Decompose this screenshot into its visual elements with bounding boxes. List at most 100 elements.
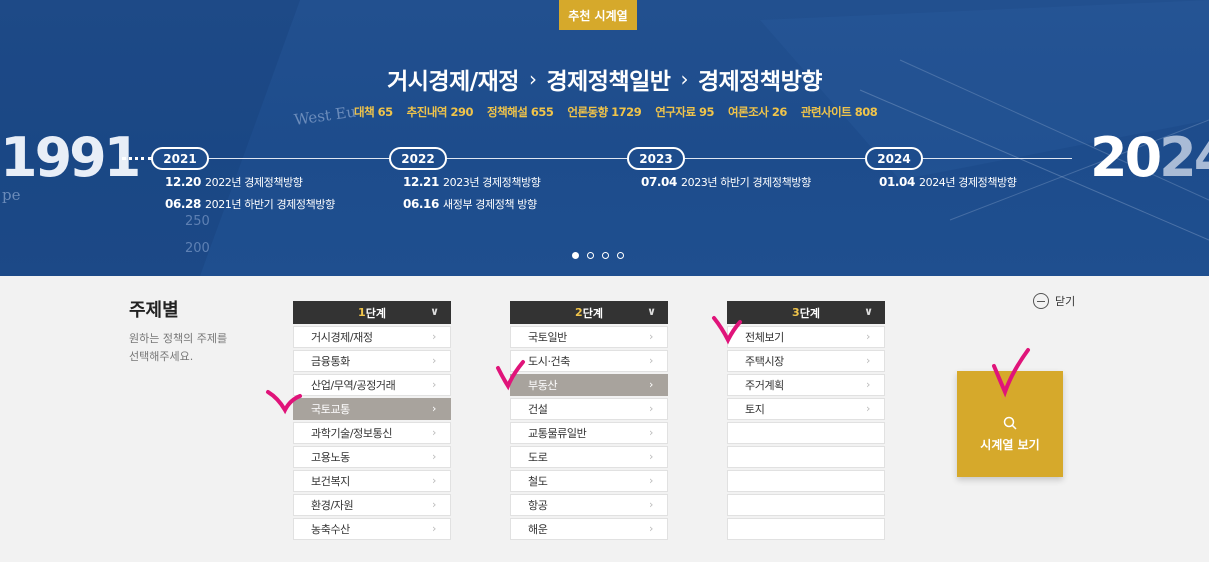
chevron-down-icon: ∨ (647, 305, 656, 318)
step-3-empty-slot (727, 422, 885, 444)
step-1-option[interactable]: 거시경제/재정 › (293, 326, 451, 348)
step-3-header[interactable]: 3 단계 ∨ (727, 301, 885, 324)
step-1-option[interactable]: 과학기술/정보통신 › (293, 422, 451, 444)
event-title: 2024년 경제정책방향 (919, 176, 1017, 189)
chevron-down-icon: ∨ (430, 305, 439, 318)
chevron-right-icon: › (649, 426, 653, 439)
step-2-option[interactable]: 교통물류일반 › (510, 422, 668, 444)
step-1-option[interactable]: 고용노동 › (293, 446, 451, 468)
carousel-dot[interactable] (602, 252, 609, 259)
deco-text: 250 (185, 214, 210, 229)
chevron-right-icon: › (866, 402, 870, 415)
breadcrumb-item[interactable]: 경제정책일반 (546, 62, 670, 96)
option-label: 토지 (745, 403, 765, 416)
step-1-option[interactable]: 산업/무역/공정거래 › (293, 374, 451, 396)
chevron-right-icon: › (432, 426, 436, 439)
timeline-year-2024[interactable]: 2024 (865, 147, 923, 170)
end-year-part: 20 (1090, 126, 1162, 189)
step-3-empty-slot (727, 446, 885, 468)
recommended-series-button[interactable]: 추천 시계열 (559, 0, 637, 30)
chevron-right-icon: › (649, 378, 653, 391)
step-1-option[interactable]: 금융통화 › (293, 350, 451, 372)
timeline-event[interactable]: 12.20 2022년 경제정책방향 (165, 174, 303, 190)
stat-item[interactable]: 추진내역 290 (407, 104, 474, 120)
step-1-option[interactable]: 환경/자원 › (293, 494, 451, 516)
carousel-dot[interactable] (617, 252, 624, 259)
stat-item[interactable]: 언론동향 1729 (567, 104, 641, 120)
option-label: 거시경제/재정 (311, 331, 373, 344)
step-3-empty-slot (727, 470, 885, 492)
timeline-year-2022[interactable]: 2022 (389, 147, 447, 170)
timeline-event[interactable]: 06.28 2021년 하반기 경제정책방향 (165, 196, 335, 212)
search-icon (1003, 416, 1017, 430)
event-title: 2021년 하반기 경제정책방향 (205, 198, 335, 211)
step-suffix: 단계 (365, 306, 386, 320)
option-label: 환경/자원 (311, 499, 354, 512)
option-label: 부동산 (528, 379, 558, 392)
breadcrumb-separator: › (680, 67, 688, 91)
step-suffix: 단계 (582, 306, 603, 320)
hero-banner: West Eu pe 250 200 추천 시계열 거시경제/재정 › 경제정책… (0, 0, 1209, 276)
step-2-option[interactable]: 부동산 › (510, 374, 668, 396)
step-number: 2 (575, 306, 583, 319)
option-label: 건설 (528, 403, 548, 416)
option-label: 도시·건축 (528, 355, 570, 368)
step-1-option[interactable]: 국토교통 › (293, 398, 451, 420)
stat-item[interactable]: 연구자료 95 (655, 104, 714, 120)
chevron-right-icon: › (432, 474, 436, 487)
timeline-event[interactable]: 12.21 2023년 경제정책방향 (403, 174, 541, 190)
stat-item[interactable]: 관련사이트 808 (801, 104, 878, 120)
chevron-right-icon: › (866, 330, 870, 343)
event-date: 06.28 (165, 197, 201, 211)
step-2-option[interactable]: 국토일반 › (510, 326, 668, 348)
timeline-event[interactable]: 07.04 2023년 하반기 경제정책방향 (641, 174, 811, 190)
step-3-option[interactable]: 토지 › (727, 398, 885, 420)
view-series-button[interactable]: 시계열 보기 (957, 371, 1063, 477)
event-date: 12.21 (403, 175, 439, 189)
step-2-option[interactable]: 해운 › (510, 518, 668, 540)
step-3-option[interactable]: 주거계획 › (727, 374, 885, 396)
breadcrumb: 거시경제/재정 › 경제정책일반 › 경제정책방향 (0, 62, 1209, 96)
option-label: 고용노동 (311, 451, 350, 464)
stat-item[interactable]: 대책 65 (354, 104, 393, 120)
timeline-year-2021[interactable]: 2021 (151, 147, 209, 170)
step-3-empty-slot (727, 518, 885, 540)
step-3-option[interactable]: 주택시장 › (727, 350, 885, 372)
timeline-event[interactable]: 06.16 새정부 경제정책 방향 (403, 196, 537, 212)
step-2-header[interactable]: 2 단계 ∨ (510, 301, 668, 324)
breadcrumb-item[interactable]: 거시경제/재정 (387, 62, 519, 96)
deco-text: 200 (185, 241, 210, 256)
close-label: 닫기 (1055, 295, 1076, 308)
stat-item[interactable]: 여론조사 26 (728, 104, 787, 120)
chevron-right-icon: › (432, 522, 436, 535)
step-2-option[interactable]: 철도 › (510, 470, 668, 492)
timeline-year-2023[interactable]: 2023 (627, 147, 685, 170)
step-2-option[interactable]: 도로 › (510, 446, 668, 468)
timeline-end-year: 2024 (1090, 128, 1209, 188)
carousel-dot[interactable] (572, 252, 579, 259)
step-2-option[interactable]: 항공 › (510, 494, 668, 516)
carousel-dot[interactable] (587, 252, 594, 259)
close-button[interactable]: 닫기 (1033, 293, 1075, 309)
chevron-down-icon: ∨ (864, 305, 873, 318)
chevron-right-icon: › (432, 450, 436, 463)
step-1-option[interactable]: 농축수산 › (293, 518, 451, 540)
chevron-right-icon: › (649, 522, 653, 535)
step-1-header[interactable]: 1 단계 ∨ (293, 301, 451, 324)
step-1-option[interactable]: 보건복지 › (293, 470, 451, 492)
event-title: 새정부 경제정책 방향 (443, 198, 537, 211)
event-title: 2022년 경제정책방향 (205, 176, 303, 189)
option-label: 해운 (528, 523, 548, 536)
step-2-option[interactable]: 도시·건축 › (510, 350, 668, 372)
timeline-event[interactable]: 01.04 2024년 경제정책방향 (879, 174, 1017, 190)
option-label: 국토교통 (311, 403, 350, 416)
step-3-option[interactable]: 전체보기 › (727, 326, 885, 348)
chevron-right-icon: › (649, 330, 653, 343)
breadcrumb-separator: › (528, 67, 537, 91)
stat-item[interactable]: 정책해설 655 (487, 104, 554, 120)
breadcrumb-item[interactable]: 경제정책방향 (698, 62, 822, 96)
step-2-option[interactable]: 건설 › (510, 398, 668, 420)
option-label: 전체보기 (745, 331, 784, 344)
chevron-right-icon: › (432, 330, 436, 343)
event-title: 2023년 하반기 경제정책방향 (681, 176, 811, 189)
